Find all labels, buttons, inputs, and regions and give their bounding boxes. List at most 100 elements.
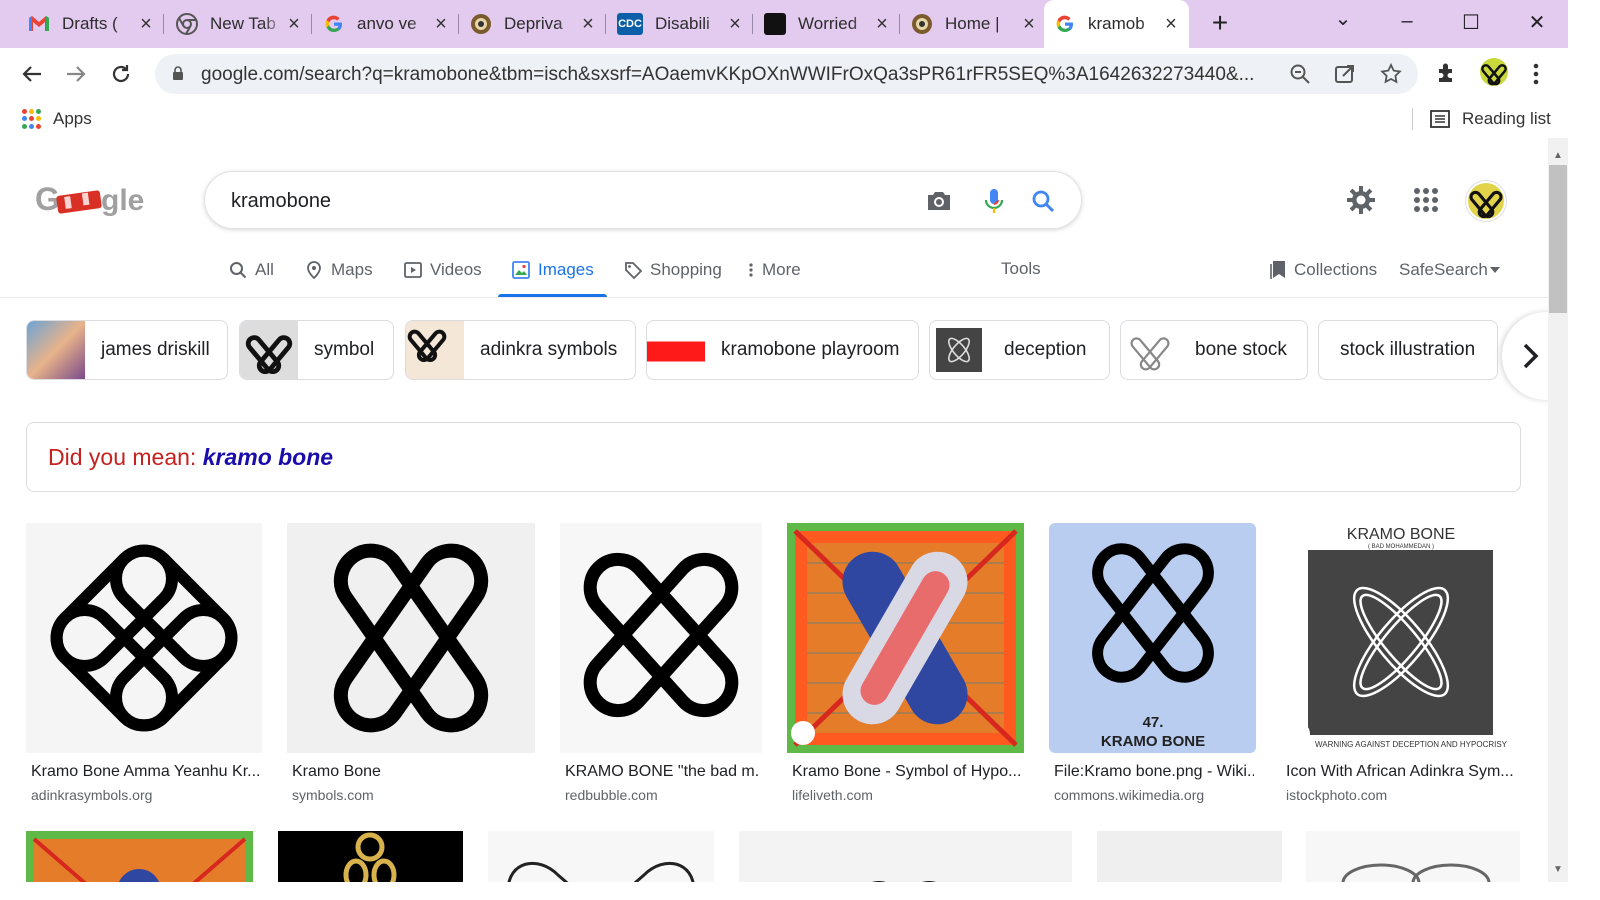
tab-videos[interactable]: Videos: [404, 260, 482, 280]
tab-all[interactable]: All: [229, 260, 274, 280]
tab-more[interactable]: More: [748, 260, 801, 280]
apps-grid-icon[interactable]: [22, 109, 42, 129]
close-tab-icon[interactable]: ×: [727, 13, 743, 36]
bookmark-star-icon[interactable]: [1379, 62, 1403, 86]
cdc-icon: CDC: [617, 13, 643, 35]
close-tab-icon[interactable]: ×: [1021, 13, 1037, 36]
zoom-icon[interactable]: [1288, 62, 1312, 86]
result-thumbnail[interactable]: [287, 523, 535, 753]
result-title[interactable]: File:Kramo bone.png - Wiki...: [1054, 763, 1254, 781]
safesearch-dropdown[interactable]: SafeSearch: [1399, 260, 1500, 280]
search-query[interactable]: kramobone: [231, 190, 331, 213]
result-source[interactable]: istockphoto.com: [1286, 787, 1387, 803]
close-tab-icon[interactable]: ×: [580, 13, 596, 36]
tab-search-button[interactable]: ⌄: [1328, 6, 1358, 31]
related-search-chip[interactable]: deception: [929, 320, 1110, 380]
tools-button[interactable]: Tools: [1001, 259, 1041, 279]
browser-tab[interactable]: CDC Disabili ×: [607, 6, 753, 42]
google-apps-icon[interactable]: [1410, 184, 1442, 216]
extensions-icon[interactable]: [1434, 60, 1460, 86]
window-edge: [1568, 0, 1600, 900]
chip-thumbnail: [240, 321, 298, 379]
profile-avatar[interactable]: [1480, 58, 1508, 86]
related-search-chip[interactable]: adinkra symbols: [405, 320, 636, 380]
active-tab-indicator: [498, 294, 607, 297]
discover-icon: [764, 13, 786, 35]
result-title[interactable]: Kramo Bone: [292, 763, 532, 781]
share-icon[interactable]: [1333, 62, 1357, 86]
back-button[interactable]: [18, 60, 46, 88]
scroll-down-icon[interactable]: ▼: [1551, 864, 1565, 876]
settings-gear-icon[interactable]: [1345, 184, 1377, 216]
did-you-mean-link[interactable]: kramo bone: [203, 444, 333, 470]
tab-maps[interactable]: Maps: [305, 260, 373, 280]
maximize-button[interactable]: ☐: [1456, 10, 1486, 35]
tab-title: kramob: [1088, 14, 1145, 33]
related-search-chip[interactable]: stock illustration: [1318, 320, 1498, 380]
reading-list-label[interactable]: Reading list: [1462, 109, 1551, 129]
kramo-bone-symbol-icon: [1481, 64, 1507, 86]
forward-button[interactable]: [62, 60, 90, 88]
result-thumbnail[interactable]: [26, 523, 262, 753]
result-thumbnail[interactable]: KRAMO BONE ( BAD MOHAMMEDAN ) WARNING AG…: [1281, 523, 1520, 753]
close-tab-icon[interactable]: ×: [286, 13, 302, 36]
new-tab-button[interactable]: +: [1206, 9, 1234, 38]
result-thumbnail[interactable]: [560, 523, 762, 753]
account-avatar[interactable]: [1466, 181, 1506, 221]
result-source[interactable]: commons.wikimedia.org: [1054, 787, 1204, 803]
browser-menu-button[interactable]: [1533, 62, 1539, 86]
reload-button[interactable]: [107, 60, 135, 88]
close-tab-icon[interactable]: ×: [138, 13, 154, 36]
close-tab-icon[interactable]: ×: [874, 13, 890, 36]
browser-toolbar: google.com/search?q=kramobone&tbm=isch&s…: [0, 48, 1600, 100]
kramo-bone-symbol-icon: [407, 329, 447, 362]
result-title[interactable]: Icon With African Adinkra Sym...: [1286, 763, 1518, 781]
result-source[interactable]: redbubble.com: [565, 787, 658, 803]
related-search-chip[interactable]: bone stock: [1120, 320, 1308, 380]
did-you-mean-box: Did you mean: kramo bone: [26, 422, 1521, 492]
close-tab-icon[interactable]: ×: [1163, 13, 1179, 36]
minimize-button[interactable]: –: [1392, 10, 1422, 33]
result-source[interactable]: lifeliveth.com: [792, 787, 873, 803]
browser-tab[interactable]: Home | ×: [901, 6, 1047, 42]
scrollbar-thumb[interactable]: [1549, 165, 1567, 313]
browser-tab[interactable]: Depriva ×: [460, 6, 606, 42]
kramo-bone-symbol-icon: [245, 335, 293, 374]
search-icon[interactable]: [1028, 186, 1058, 216]
address-bar[interactable]: google.com/search?q=kramobone&tbm=isch&s…: [155, 54, 1418, 94]
collections-button[interactable]: Collections: [1270, 260, 1377, 280]
tab-label: Shopping: [650, 260, 722, 279]
kramo-bone-symbol-icon: [1469, 190, 1503, 219]
chip-label: symbol: [314, 339, 375, 360]
tab-strip: Drafts ( × New Tab × anvo ve × Depriva ×…: [0, 0, 1600, 48]
browser-tab-active[interactable]: kramob ×: [1044, 0, 1189, 48]
result-source[interactable]: symbols.com: [292, 787, 374, 803]
related-search-chip[interactable]: symbol: [239, 320, 394, 380]
result-title[interactable]: Kramo Bone Amma Yeanhu Kr...: [31, 763, 261, 781]
microphone-icon[interactable]: [979, 186, 1009, 216]
result-title[interactable]: KRAMO BONE "the bad m...: [565, 763, 760, 781]
result-source[interactable]: adinkrasymbols.org: [31, 787, 152, 803]
browser-tab[interactable]: Drafts ( ×: [18, 6, 164, 42]
tab-images[interactable]: Images: [512, 260, 594, 280]
camera-icon[interactable]: [924, 186, 954, 216]
google-doodle-logo[interactable]: G gle: [35, 180, 147, 220]
search-box[interactable]: kramobone: [204, 171, 1082, 229]
tab-label: Videos: [430, 260, 482, 279]
browser-tab[interactable]: anvo ve ×: [313, 6, 459, 42]
reading-list-icon[interactable]: [1430, 110, 1450, 128]
related-search-chip[interactable]: kramobone playroom: [646, 320, 919, 380]
browser-tab[interactable]: Worried ×: [754, 6, 900, 42]
browser-tab[interactable]: New Tab ×: [166, 6, 312, 42]
result-thumbnail[interactable]: [787, 523, 1024, 753]
tab-shopping[interactable]: Shopping: [624, 260, 722, 280]
close-window-button[interactable]: ✕: [1522, 10, 1552, 35]
related-search-chip[interactable]: james driskill: [26, 320, 228, 380]
scroll-up-icon[interactable]: ▲: [1551, 150, 1565, 162]
close-tab-icon[interactable]: ×: [433, 13, 449, 36]
istock-heading: KRAMO BONE: [1347, 526, 1455, 543]
kramo-bone-outline-icon: [1130, 337, 1170, 371]
apps-shortcut[interactable]: Apps: [53, 109, 92, 129]
result-thumbnail[interactable]: 47. KRAMO BONE: [1049, 523, 1256, 753]
result-title[interactable]: Kramo Bone - Symbol of Hypo...: [792, 763, 1022, 781]
